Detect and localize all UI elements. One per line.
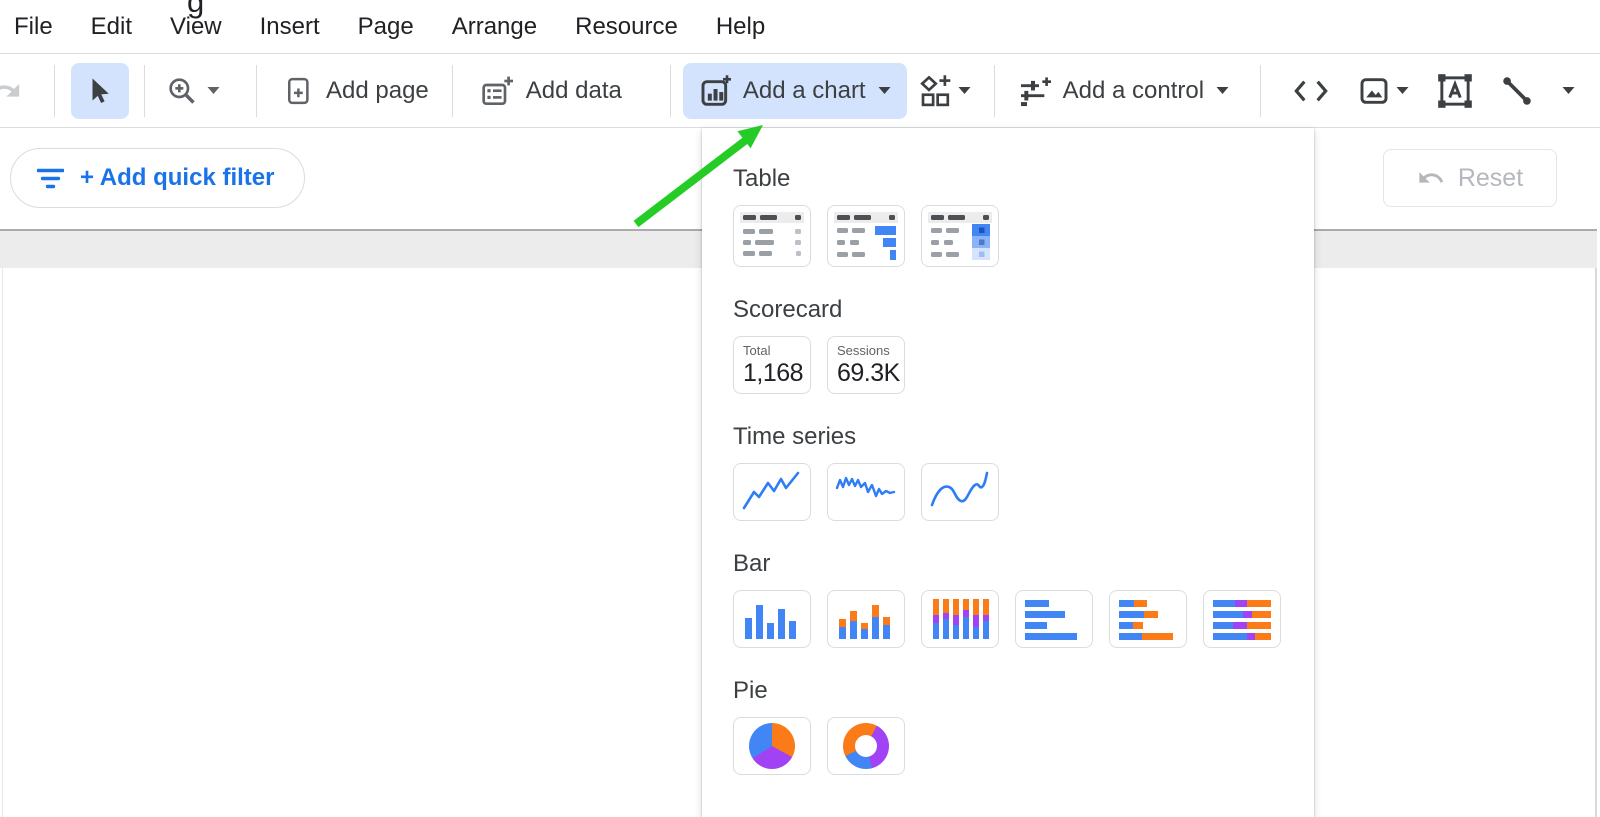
scorecard-metric-label: Sessions [837,343,890,358]
report-title-fragment: g [187,0,205,19]
chart-option-100-stacked-column-chart[interactable] [921,590,999,648]
chart-option-donut-chart[interactable] [827,717,905,775]
add-chart-label: Add a chart [742,76,866,104]
redo-icon[interactable] [0,74,22,108]
add-chart-icon [701,74,731,106]
add-page-icon [288,77,309,104]
chart-option-scorecard-total[interactable]: Total 1,168 [733,336,811,394]
donut-chart-thumbnail [843,723,889,769]
chart-option-table-with-bars[interactable] [827,205,905,267]
menu-page[interactable]: Page [358,13,414,41]
scorecard-metric-value: 69.3K [837,359,900,387]
add-page-label: Add page [326,76,429,104]
section-table-label: Table [733,165,791,192]
toolbar-divider [54,64,55,117]
chart-option-table[interactable] [733,205,811,267]
add-control-label: Add a control [1062,76,1205,104]
table-thumbnail [740,212,804,256]
add-control-button[interactable]: Add a control [1019,75,1229,107]
add-data-button[interactable]: Add data [481,75,622,107]
add-quick-filter-button[interactable]: + Add quick filter [10,148,306,208]
pie-chart-thumbnail [749,723,795,769]
toolbar-divider [451,64,453,117]
menubar: g File Edit View Insert Page Arrange Res… [0,0,1600,54]
add-control-icon [1020,76,1051,106]
chart-option-scorecard-compact[interactable]: Sessions 69.3K [827,336,905,394]
bar-chart-thumbnail [1025,600,1077,640]
section-time-series: Time series [733,423,1314,521]
time-series-thumbnail [742,471,800,510]
image-icon [1360,77,1388,104]
menu-insert[interactable]: Insert [260,13,320,41]
add-data-label: Add data [525,76,622,104]
chevron-down-icon[interactable] [1562,86,1575,95]
chart-option-100-stacked-bar-chart[interactable] [1203,590,1281,648]
zoom-in-icon [169,77,195,104]
scorecard-metric-value: 1,168 [743,359,804,387]
filter-icon [37,168,64,188]
scorecard-metric-label: Total [743,343,771,358]
add-chart-menu: Table Scorecard Total 1,168 Sessions 69.… [702,128,1314,817]
select-cursor-icon [92,78,109,103]
section-bar-label: Bar [733,550,771,577]
reset-button[interactable]: Reset [1383,149,1557,207]
menu-file[interactable]: File [14,13,53,41]
text-box-button[interactable] [1436,72,1474,110]
section-pie-label: Pie [733,677,768,704]
menu-edit[interactable]: Edit [91,13,132,41]
reset-label: Reset [1457,163,1524,192]
toolbar: Add page Add data Add a chart Add a cont… [0,54,1600,128]
add-chart-button[interactable]: Add a chart [682,62,907,119]
chevron-down-icon [878,86,891,94]
section-scorecard-label: Scorecard [733,296,843,323]
toolbar-divider [669,64,671,117]
image-button[interactable] [1357,75,1409,107]
chart-option-pie-chart[interactable] [733,717,811,775]
undo-icon [1419,172,1444,183]
add-quick-filter-label: + Add quick filter [80,164,275,191]
column-chart-thumbnail [745,605,796,639]
section-scorecard: Scorecard Total 1,168 Sessions 69.3K [733,296,1314,394]
chevron-down-icon [1216,86,1229,94]
stacked-bar-chart-thumbnail [1119,600,1173,640]
zoom-tool-button[interactable] [166,75,220,107]
add-page-button[interactable]: Add page [283,76,429,106]
table-with-heatmap-thumbnail [928,212,992,260]
chevron-down-icon [207,86,220,94]
line-tool-button[interactable] [1500,74,1534,108]
section-time-series-label: Time series [733,423,857,450]
toolbar-divider [993,64,995,117]
add-data-icon [482,76,513,105]
menu-arrange[interactable]: Arrange [452,13,537,41]
toolbar-divider [256,64,257,117]
community-visualizations-button[interactable] [919,74,971,107]
chart-option-column-chart[interactable] [733,590,811,648]
stacked-column-chart-thumbnail [839,605,890,639]
chevron-down-icon [958,86,971,94]
chart-option-smoothed-time-series[interactable] [921,463,999,521]
sparkline-thumbnail [835,476,896,498]
embed-code-button[interactable] [1291,75,1331,107]
chart-option-sparkline[interactable] [827,463,905,521]
menu-help[interactable]: Help [716,13,765,41]
select-tool-button[interactable] [71,62,129,119]
chart-option-time-series[interactable] [733,463,811,521]
smoothed-time-series-thumbnail [930,471,989,507]
table-with-bars-thumbnail [834,212,898,260]
section-pie: Pie [733,677,1314,775]
chart-option-stacked-column-chart[interactable] [827,590,905,648]
section-bar: Bar [733,550,1314,648]
chart-option-table-with-heatmap[interactable] [921,205,999,267]
section-table: Table [733,165,1314,267]
100-stacked-bar-chart-thumbnail [1213,600,1271,640]
chevron-down-icon [1396,86,1409,94]
100-stacked-column-chart-thumbnail [933,599,989,639]
toolbar-divider [144,64,145,117]
community-visualizations-icon [919,74,950,106]
chart-option-stacked-bar-chart[interactable] [1109,590,1187,648]
menu-resource[interactable]: Resource [575,13,678,41]
toolbar-divider [1260,64,1262,117]
chart-option-bar-chart[interactable] [1015,590,1093,648]
